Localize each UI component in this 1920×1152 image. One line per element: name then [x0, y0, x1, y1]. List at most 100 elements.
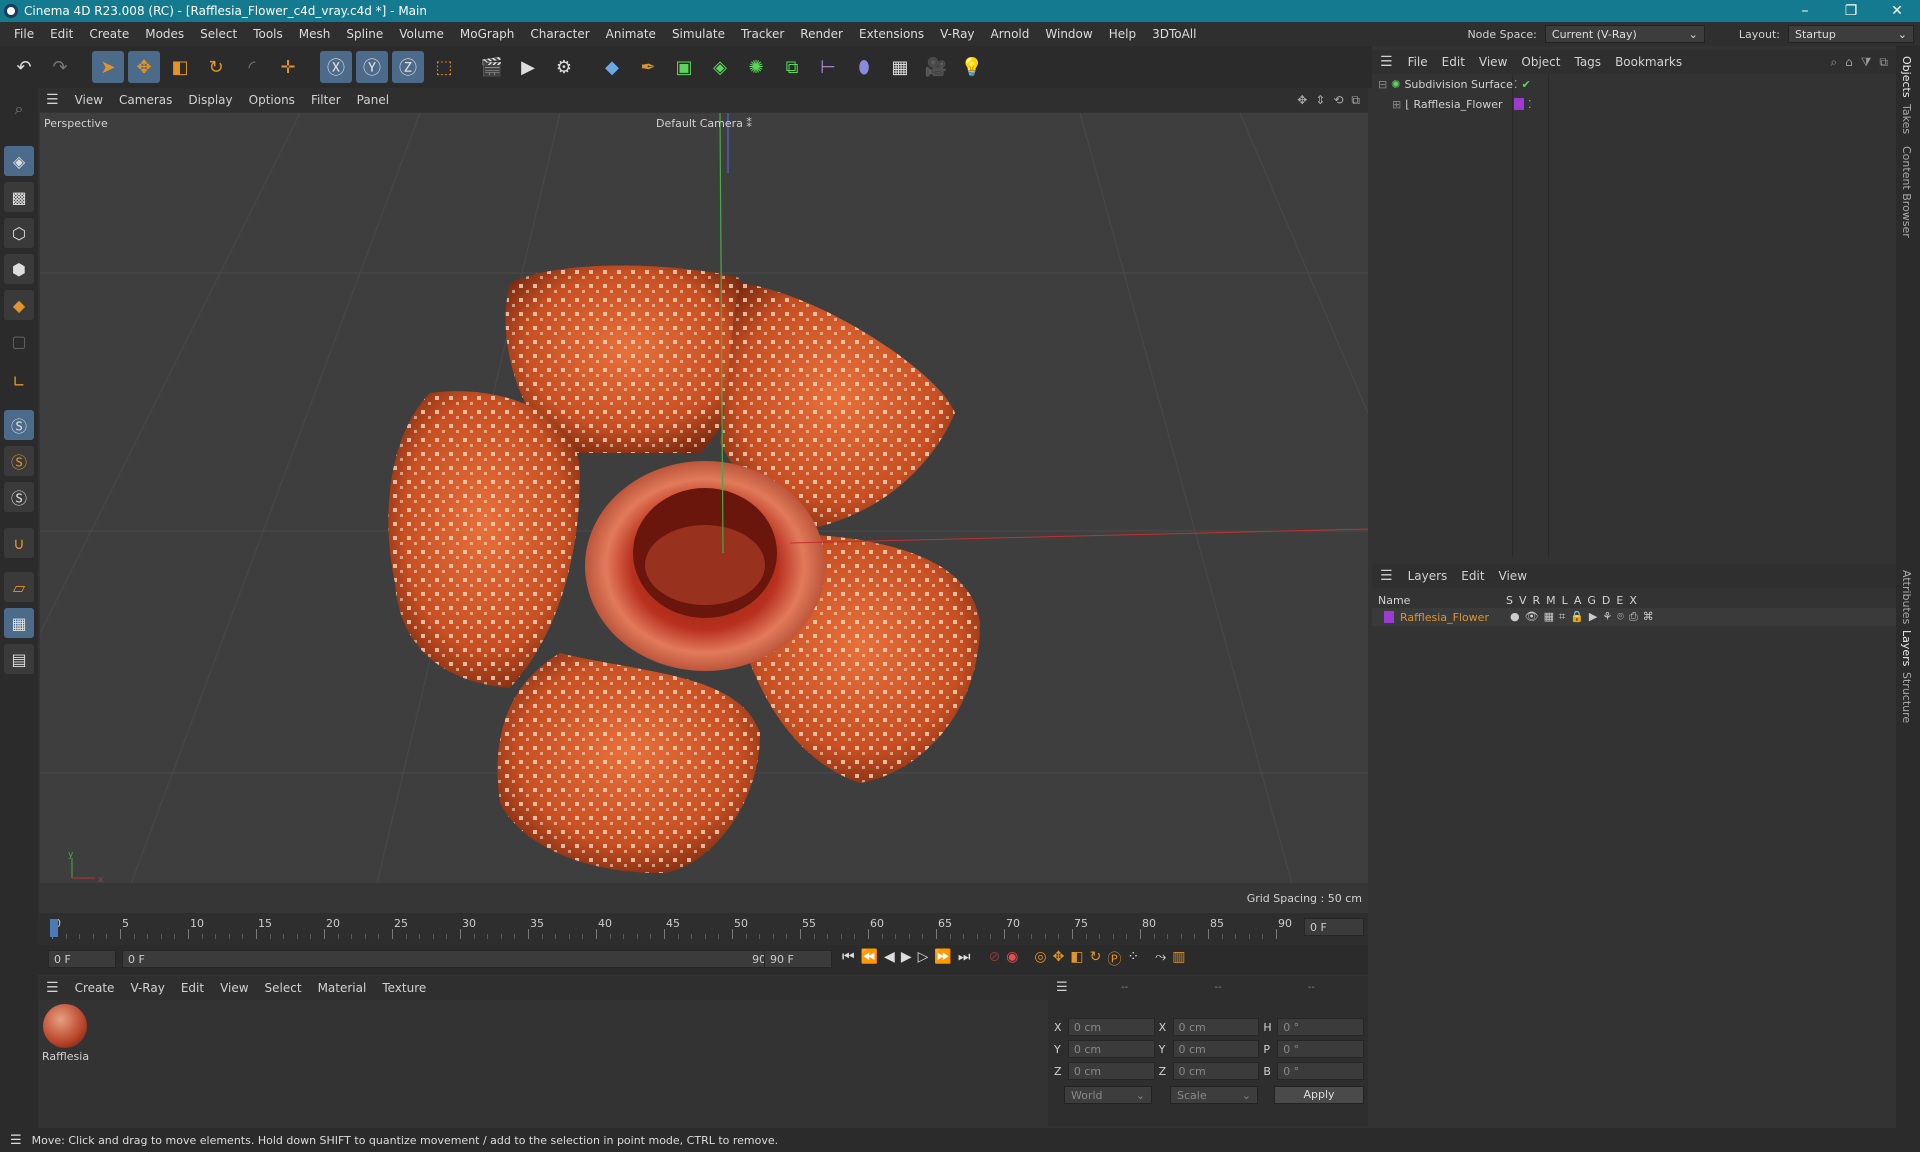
apply-button[interactable]: Apply	[1274, 1086, 1364, 1104]
recent-tool-button[interactable]: ◜	[236, 51, 268, 83]
render-view-button[interactable]: 🎬	[476, 51, 508, 83]
deformer-button[interactable]: ⊢	[812, 51, 844, 83]
pan-icon[interactable]: ✥	[1297, 93, 1307, 108]
viewport-menu-panel[interactable]: Panel	[349, 93, 397, 107]
timeline-window-icon[interactable]: ▥	[1172, 949, 1185, 969]
search-icon[interactable]: ⌕	[1830, 55, 1837, 70]
menu-mesh[interactable]: Mesh	[291, 27, 339, 41]
menu-mograph[interactable]: MoGraph	[452, 27, 523, 41]
close-button[interactable]: ✕	[1874, 3, 1920, 19]
viewport-menu-view[interactable]: View	[67, 93, 111, 107]
edge-mode-button[interactable]: ⬢	[4, 254, 34, 284]
coordinate-system-button[interactable]: ⬚	[428, 51, 460, 83]
expression-icon[interactable]: ⎙	[1629, 610, 1638, 624]
coord-mode-dropdown[interactable]: World ⌄	[1064, 1086, 1152, 1104]
tab-content-browser[interactable]: Content Browser	[1900, 146, 1913, 238]
hamburger-icon[interactable]: ☰	[1372, 54, 1401, 70]
go-to-start-icon[interactable]: ⏮	[842, 949, 855, 969]
locked-workplane-button[interactable]: ▤	[4, 644, 34, 674]
visibility-dots-icon[interactable]: ⁚	[1528, 98, 1532, 111]
pos-z-field[interactable]: 0 cm	[1067, 1062, 1155, 1080]
menu-tracker[interactable]: Tracker	[733, 27, 792, 41]
key-parameter-icon[interactable]: Ⓟ	[1107, 949, 1121, 969]
lock-icon[interactable]: 🔒	[1570, 610, 1584, 624]
subdivision-button[interactable]: ▣	[668, 51, 700, 83]
menu-select[interactable]: Select	[192, 27, 245, 41]
xref-icon[interactable]: ⌘	[1643, 610, 1654, 624]
make-editable-button[interactable]: ⌕	[4, 94, 34, 124]
material-menu-select[interactable]: Select	[257, 981, 310, 995]
rotate-tool-button[interactable]: ↻	[200, 51, 232, 83]
maximize-button[interactable]: ❐	[1828, 3, 1874, 19]
tab-layers[interactable]: Layers	[1900, 630, 1913, 666]
tree-expand-icon[interactable]: ⊞	[1392, 98, 1401, 111]
node-space-dropdown[interactable]: Current (V-Ray) ⌄	[1544, 25, 1705, 43]
camera-button[interactable]: 🎥	[920, 51, 952, 83]
layer-color-swatch[interactable]	[1384, 611, 1394, 623]
rafflesia-flower-model[interactable]	[388, 265, 980, 874]
tab-attributes[interactable]: Attributes	[1900, 570, 1913, 624]
pos-x-field[interactable]: 0 cm	[1067, 1018, 1155, 1036]
menu-3dtoall[interactable]: 3DToAll	[1144, 27, 1204, 41]
polygon-mode-button[interactable]: ◆	[4, 290, 34, 320]
scale-tool-button[interactable]: ◧	[164, 51, 196, 83]
size-z-field[interactable]: 0 cm	[1172, 1062, 1260, 1080]
snap-workplane-button[interactable]: Ⓢ	[4, 482, 34, 512]
key-rotation-icon[interactable]: ↻	[1090, 949, 1102, 969]
redo-button[interactable]: ↷	[44, 51, 76, 83]
tree-collapse-icon[interactable]: ⊟	[1378, 78, 1387, 91]
previous-frame-icon[interactable]: ◀	[884, 949, 895, 969]
workplane-button[interactable]: ▱	[4, 572, 34, 602]
menu-volume[interactable]: Volume	[391, 27, 452, 41]
minimize-button[interactable]: –	[1782, 3, 1828, 19]
light-button[interactable]: 💡	[956, 51, 988, 83]
size-x-field[interactable]: 0 cm	[1172, 1018, 1260, 1036]
generator-icon[interactable]: ⚘	[1602, 610, 1612, 624]
menu-extensions[interactable]: Extensions	[851, 27, 932, 41]
uv-mode-button[interactable]: ▢	[4, 326, 34, 356]
previous-key-icon[interactable]: ⏪	[861, 949, 878, 969]
keyframe-selection-icon[interactable]: ◎	[1034, 949, 1046, 969]
object-menu-view[interactable]: View	[1472, 55, 1514, 69]
menu-vray[interactable]: V-Ray	[932, 27, 982, 41]
cube-button[interactable]: ◆	[596, 51, 628, 83]
rot-p-field[interactable]: 0 °	[1277, 1040, 1365, 1058]
menu-create[interactable]: Create	[81, 27, 137, 41]
object-row-subdivision[interactable]: ⊟ ✺ Subdivision Surface	[1378, 78, 1513, 91]
pen-spline-button[interactable]: ✒	[632, 51, 664, 83]
rot-h-field[interactable]: 0 °	[1277, 1018, 1365, 1036]
start-frame-field[interactable]: 0 F	[48, 950, 116, 968]
material-menu-texture[interactable]: Texture	[374, 981, 434, 995]
mograph-button[interactable]: ⧉	[776, 51, 808, 83]
object-menu-file[interactable]: File	[1401, 55, 1435, 69]
animation-play-icon[interactable]: ▶	[1589, 610, 1597, 624]
menu-character[interactable]: Character	[522, 27, 597, 41]
next-key-icon[interactable]: ⏩	[934, 949, 951, 969]
snap-enable-button[interactable]: Ⓢ	[4, 410, 34, 440]
layout-dropdown[interactable]: Startup ⌄	[1788, 25, 1914, 43]
deformer-icon[interactable]: ⌾	[1617, 610, 1624, 624]
key-position-icon[interactable]: ✥	[1053, 949, 1065, 969]
3d-viewport[interactable]: y x Perspective Default Camera ⁑ Grid Sp…	[40, 113, 1368, 913]
viewport-menu-cameras[interactable]: Cameras	[111, 93, 180, 107]
extrude-button[interactable]: ◈	[704, 51, 736, 83]
layers-menu-view[interactable]: View	[1492, 569, 1534, 583]
tab-takes[interactable]: Takes	[1900, 104, 1913, 134]
viewport-menu-options[interactable]: Options	[241, 93, 303, 107]
motion-system-icon[interactable]: ⤳	[1155, 949, 1166, 969]
magnet-button[interactable]: ∪	[4, 528, 34, 558]
layers-menu-edit[interactable]: Edit	[1454, 569, 1491, 583]
cloner-button[interactable]: ✺	[740, 51, 772, 83]
record-disabled-icon[interactable]: ⊘	[988, 949, 1000, 969]
maximize-view-icon[interactable]: ⧉	[1351, 93, 1360, 108]
filter-icon[interactable]: ⧩	[1861, 55, 1872, 70]
material-menu-edit[interactable]: Edit	[173, 981, 212, 995]
viewport-menu-filter[interactable]: Filter	[303, 93, 349, 107]
field-button[interactable]: ⬮	[848, 51, 880, 83]
hierarchy-icon[interactable]: ⌗	[1559, 610, 1565, 624]
tab-structure[interactable]: Structure	[1900, 672, 1913, 723]
move-tool-button[interactable]: ✥	[128, 51, 160, 83]
snap-settings-button[interactable]: Ⓢ	[4, 446, 34, 476]
material-item[interactable]: Rafflesia	[42, 1004, 89, 1063]
menu-tools[interactable]: Tools	[245, 27, 291, 41]
